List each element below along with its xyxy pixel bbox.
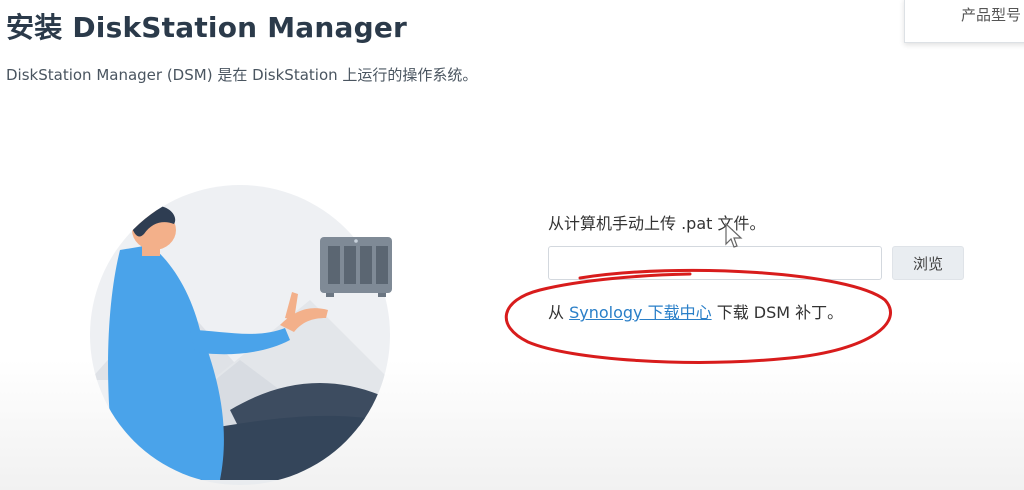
mouse-cursor-icon [725, 222, 743, 248]
download-center-link[interactable]: Synology 下载中心 [569, 303, 712, 322]
download-prefix: 从 [548, 303, 570, 322]
browse-button[interactable]: 浏览 [892, 246, 964, 280]
file-path-input[interactable] [548, 246, 882, 280]
model-label: 产品型号 [960, 6, 1021, 24]
person-illustration [90, 185, 392, 485]
nas-device-icon [320, 237, 392, 297]
page-subtitle: DiskStation Manager (DSM) 是在 DiskStation… [6, 66, 478, 84]
model-panel[interactable]: 产品型号 [904, 0, 1024, 43]
download-suffix: 下载 DSM 补丁。 [716, 303, 844, 322]
page-title: 安装 DiskStation Manager [6, 11, 408, 44]
download-line: 从 Synology 下载中心 下载 DSM 补丁。 [548, 299, 843, 323]
